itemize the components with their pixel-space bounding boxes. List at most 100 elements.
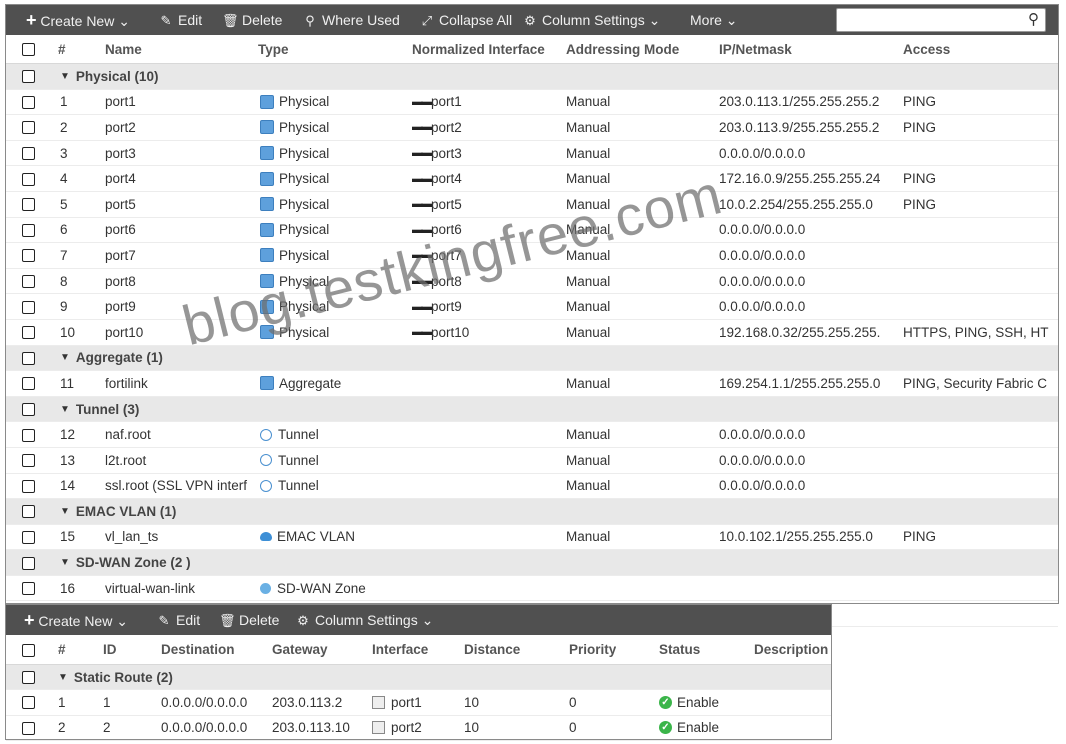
route-priority: 0 [569,694,577,710]
row-checkbox[interactable] [22,275,35,289]
col-header-ip-netmask[interactable]: IP/Netmask [719,35,792,63]
row-checkbox[interactable] [22,696,35,710]
row-checkbox[interactable] [22,351,35,365]
group-row[interactable]: ▼ Physical (10) [6,64,1058,90]
collapse-icon: ⤢ [421,13,433,28]
table-row[interactable]: 5 port5 Physical ▬▬ port5 Manual 10.0.2.254/25… [6,192,1058,218]
row-checkbox[interactable] [22,121,35,135]
row-checkbox[interactable] [22,249,35,263]
group-row-static-route[interactable]: ▼ Static Route (2) [6,665,831,690]
table-row[interactable]: 1 1 0.0.0.0/0.0.0.0 203.0.113.2 port1 10 0 ✓ Ena… [6,690,831,716]
edit-button[interactable]: ✎ Edit [158,5,203,35]
delete-button[interactable]: 🗑 Delete [219,605,279,635]
addressing-mode: Manual [566,119,611,135]
row-checkbox[interactable] [22,428,35,442]
table-row[interactable]: 10 port10 Physical ▬▬ port10 Manual 192.168.0.… [6,320,1058,346]
col-header-interface[interactable]: Interface [372,635,428,664]
row-checkbox[interactable] [22,198,35,212]
row-num: 14 [60,478,76,494]
row-checkbox[interactable] [22,479,35,493]
physical-port-icon [260,120,274,135]
col-header-addressing-mode[interactable]: Addressing Mode [566,35,679,63]
interface-type: Physical [260,320,329,345]
group-row[interactable]: ▼ SD-WAN Zone (2 ) [6,550,1058,576]
col-header-description[interactable]: Description [754,635,828,664]
row-checkbox[interactable] [22,172,35,186]
col-header-access[interactable]: Access [903,35,950,63]
group-row[interactable]: ▼ Aggregate (1) [6,345,1058,372]
col-header-gateway[interactable]: Gateway [272,635,328,664]
where-used-button[interactable]: ⚲ Where Used [302,5,400,35]
addressing-mode: Manual [566,427,611,443]
interfaces-table-body: ▼ Physical (10) 1 port1 Physical ▬▬ port1 Manua… [6,64,1058,628]
table-row[interactable]: 6 port6 Physical ▬▬ port6 Manual 0.0.0.0/0.0.0… [6,218,1058,244]
group-row[interactable]: ▼ Tunnel (3) [6,396,1058,423]
create-new-button[interactable]: + Create New ⌄ [24,605,128,635]
more-button[interactable]: More ⌄ [690,5,738,35]
group-row[interactable]: ▼ EMAC VLAN (1) [6,499,1058,525]
interface-port-icon: ▬▬ [412,326,432,339]
select-all-checkbox[interactable] [22,43,35,56]
collapse-all-button[interactable]: ⤢ Collapse All [419,5,512,35]
addressing-mode: Manual [566,222,611,238]
table-row[interactable]: 8 port8 Physical ▬▬ port8 Manual 0.0.0.0/0.0.0… [6,269,1058,295]
row-checkbox[interactable] [22,530,35,544]
table-row[interactable]: 4 port4 Physical ▬▬ port4 Manual 172.16.0.9/25… [6,166,1058,192]
row-checkbox[interactable] [22,377,35,391]
row-checkbox[interactable] [22,70,35,84]
row-checkbox[interactable] [22,582,35,596]
delete-button[interactable]: 🗑 Delete [222,5,282,35]
table-row[interactable]: 14 ssl.root (SSL VPN interf Tunnel Manual 0.… [6,474,1058,500]
row-checkbox[interactable] [22,505,35,519]
table-row[interactable]: 3 port3 Physical ▬▬ port3 Manual 0.0.0.0/0.0.0… [6,141,1058,167]
interface-name: port2 [105,119,136,135]
row-checkbox[interactable] [22,326,35,340]
col-header-distance[interactable]: Distance [464,635,520,664]
search-input[interactable] [841,9,1015,31]
row-checkbox[interactable] [22,556,35,570]
ip-netmask: 169.254.1.1/255.255.255.0 [719,375,881,391]
table-row[interactable]: 15 vl_lan_ts EMAC VLAN Manual 10.0.102.1/255… [6,525,1058,551]
col-header-destination[interactable]: Destination [161,635,235,664]
table-row[interactable]: 2 port2 Physical ▬▬ port2 Manual 203.0.113.9/2… [6,115,1058,141]
interface-type: Aggregate [260,371,341,396]
row-checkbox[interactable] [22,454,35,468]
table-row[interactable]: 12 naf.root Tunnel Manual 0.0.0.0/0.0.0.0 [6,422,1058,448]
row-checkbox[interactable] [22,671,35,684]
col-header-num[interactable]: # [58,635,66,664]
collapse-triangle-icon: ▼ [60,70,70,82]
interface-port-icon: ▬▬ [412,198,432,211]
table-row[interactable]: 7 port7 Physical ▬▬ port7 Manual 0.0.0.0/0.0.0… [6,243,1058,269]
col-header-type[interactable]: Type [258,35,289,63]
row-checkbox[interactable] [22,403,35,417]
col-header-priority[interactable]: Priority [569,635,616,664]
col-header-id[interactable]: ID [103,635,117,664]
col-header-num[interactable]: # [58,35,66,63]
table-row[interactable]: 16 virtual-wan-link SD-WAN Zone [6,576,1058,602]
physical-port-icon [260,146,274,161]
interface-name: virtual-wan-link [105,580,196,596]
col-header-name[interactable]: Name [105,35,142,63]
edit-button[interactable]: ✎ Edit [156,605,201,635]
column-settings-button[interactable]: ⚙ Column Settings ⌄ [295,605,433,635]
table-row[interactable]: 2 2 0.0.0.0/0.0.0.0 203.0.113.10 port2 10 0 ✓ En… [6,716,831,741]
row-checkbox[interactable] [22,147,35,161]
table-row[interactable]: 1 port1 Physical ▬▬ port1 Manual 203.0.113.1/2… [6,90,1058,116]
row-checkbox[interactable] [22,721,35,735]
access: PING [903,529,937,545]
column-settings-button[interactable]: ⚙ Column Settings ⌄ [522,5,660,35]
col-header-status[interactable]: Status [659,635,700,664]
table-row[interactable]: 9 port9 Physical ▬▬ port9 Manual 0.0.0.0/0.0.0… [6,294,1058,320]
interface-name: l2t.root [105,452,147,468]
col-header-normalized-interface[interactable]: Normalized Interface [412,35,545,63]
row-checkbox[interactable] [22,223,35,237]
table-row[interactable]: 11 fortilink Aggregate Manual 169.254.1.1/25… [6,371,1058,397]
create-new-button[interactable]: + Create New ⌄ [26,5,130,35]
table-row[interactable]: 13 l2t.root Tunnel Manual 0.0.0.0/0.0.0.0 [6,448,1058,474]
row-checkbox[interactable] [22,95,35,109]
select-all-checkbox[interactable] [22,643,35,657]
search-field[interactable]: ⚲ [836,8,1046,32]
row-checkbox[interactable] [22,300,35,314]
access [903,448,1055,473]
interface-port-icon: ▬▬ [412,300,432,313]
